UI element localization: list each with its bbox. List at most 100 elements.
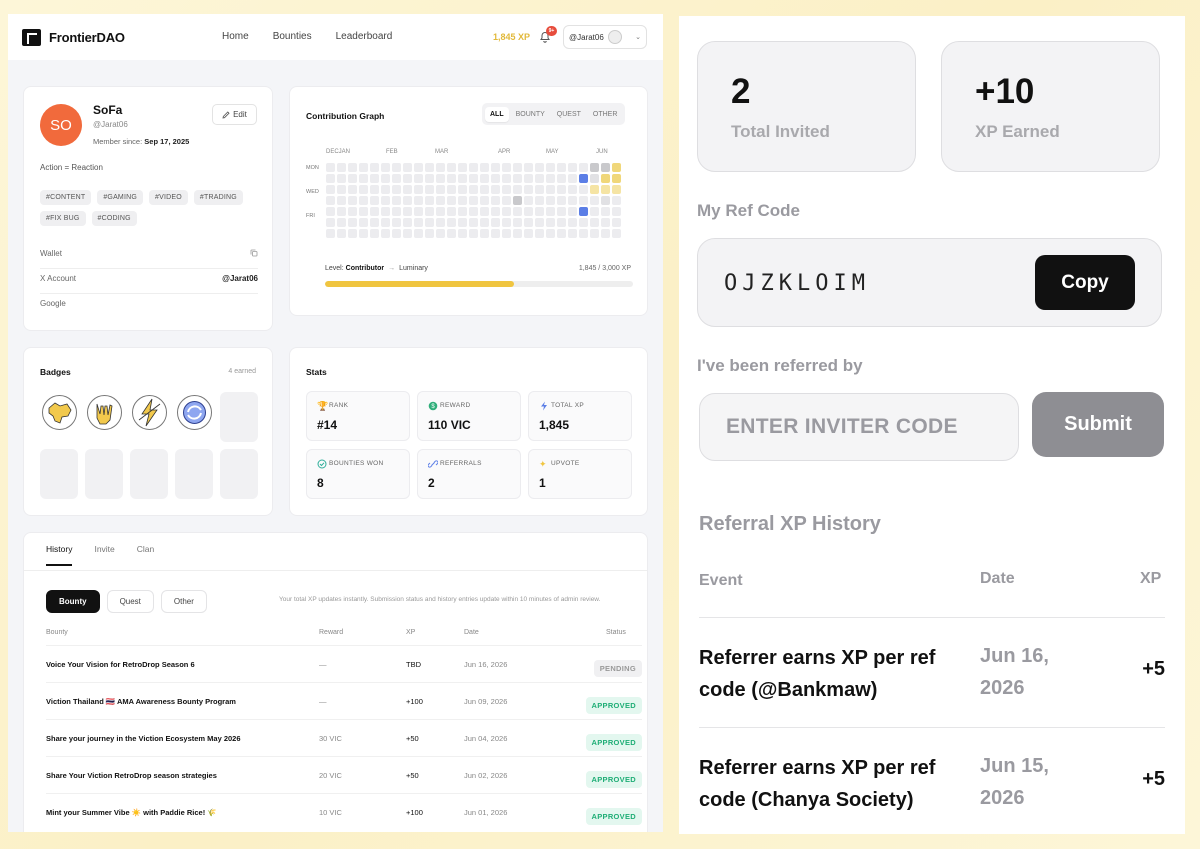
table-row[interactable]: Mint your Summer Vibe ☀️ with Paddie Ric… <box>46 793 642 830</box>
contribution-cell <box>557 163 566 172</box>
badge-rock-hand-icon[interactable] <box>86 394 123 431</box>
day-label: MON <box>306 165 319 171</box>
contribution-cell <box>612 207 621 216</box>
next-level: Luminary <box>399 265 428 272</box>
referral-date: Jun 16, 2026 <box>980 645 1049 699</box>
user-menu[interactable]: @Jarat06 ⌄ <box>563 25 647 49</box>
contribution-cell <box>381 185 390 194</box>
top-nav: FrontierDAO Home Bounties Leaderboard 1,… <box>8 14 663 60</box>
submit-button[interactable]: Submit <box>1032 392 1164 457</box>
google-row: Google <box>40 299 258 318</box>
contribution-cell <box>348 185 357 194</box>
bounty-title: Mint your Summer Vibe ☀️ with Paddie Ric… <box>46 808 217 817</box>
contribution-cell <box>403 163 412 172</box>
contribution-cell <box>546 185 555 194</box>
contribution-cell <box>403 229 412 238</box>
filter-all[interactable]: ALL <box>485 106 509 122</box>
contribution-cell <box>337 174 346 183</box>
bounty-reward: — <box>319 697 327 706</box>
chip-other[interactable]: Other <box>160 590 207 613</box>
contribution-cell <box>557 218 566 227</box>
chip-quest[interactable]: Quest <box>106 590 154 613</box>
contribution-cell <box>491 174 500 183</box>
copy-button[interactable]: Copy <box>1035 255 1135 310</box>
badge-bolt-icon[interactable] <box>131 394 168 431</box>
contribution-cell <box>579 218 588 227</box>
contribution-cell <box>359 163 368 172</box>
nav-link-bounties[interactable]: Bounties <box>273 31 312 42</box>
month-label: MAR <box>435 149 449 155</box>
nav-link-leaderboard[interactable]: Leaderboard <box>336 31 393 42</box>
table-row[interactable]: Voice Your Vision for RetroDrop Season 6… <box>46 645 642 682</box>
contribution-cell <box>348 229 357 238</box>
bounty-title: Voice Your Vision for RetroDrop Season 6 <box>46 660 195 669</box>
table-row[interactable]: Share Your Viction RetroDrop season stra… <box>46 756 642 793</box>
column-header-date: Date <box>980 570 1015 587</box>
contribution-cell <box>524 229 533 238</box>
contribution-cell <box>447 207 456 216</box>
referred-by-label: I've been referred by <box>697 356 863 375</box>
filter-quest[interactable]: QUEST <box>552 107 586 122</box>
badge-map-icon[interactable] <box>41 394 78 431</box>
stat-upvote: ✦ UPVOTE 1 <box>528 449 632 499</box>
contribution-cell <box>414 229 423 238</box>
contribution-cell <box>568 218 577 227</box>
member-since-date: Sep 17, 2025 <box>144 137 190 146</box>
badge-slot-empty <box>85 449 123 499</box>
inviter-code-input[interactable]: ENTER INVITER CODE <box>699 393 1019 461</box>
contribution-cell <box>381 229 390 238</box>
bounty-reward: 30 VIC <box>319 734 342 743</box>
contribution-cell <box>513 218 522 227</box>
tab-invite[interactable]: Invite <box>94 544 114 566</box>
contribution-cell <box>447 229 456 238</box>
contribution-cell <box>326 174 335 183</box>
contribution-cell <box>524 174 533 183</box>
contribution-cell <box>326 196 335 205</box>
contribution-cell <box>403 218 412 227</box>
xp-earned-card: +10 XP Earned <box>941 41 1160 172</box>
tab-history[interactable]: History <box>46 544 73 566</box>
day-label: FRI <box>306 213 315 219</box>
contribution-cell <box>425 218 434 227</box>
copy-icon[interactable] <box>250 249 258 257</box>
contribution-cell <box>436 218 445 227</box>
contribution-cell <box>590 229 599 238</box>
contribution-cell <box>480 185 489 194</box>
x-account-value[interactable]: @Jarat06 <box>222 274 258 283</box>
chip-bounty[interactable]: Bounty <box>46 590 100 613</box>
contribution-cell <box>502 163 511 172</box>
brand-logo[interactable]: FrontierDAO <box>22 29 125 46</box>
contribution-cell <box>469 218 478 227</box>
tab-clan[interactable]: Clan <box>137 544 154 566</box>
referral-xp: +5 <box>1142 658 1165 680</box>
profile-card: SO SoFa @Jarat06 Member since: Sep 17, 2… <box>23 86 273 331</box>
table-row[interactable]: Viction Thailand 🇹🇭 AMA Awareness Bounty… <box>46 682 642 719</box>
contribution-cell <box>326 163 335 172</box>
contribution-cell <box>425 196 434 205</box>
contribution-cell <box>579 185 588 194</box>
tag-video: #VIDEO <box>149 190 188 205</box>
contribution-cell <box>524 185 533 194</box>
filter-bounty[interactable]: BOUNTY <box>511 107 550 122</box>
column-header-xp: XP <box>1140 570 1162 587</box>
badges-earned-count: 4 earned <box>228 368 256 375</box>
contribution-cell <box>458 174 467 183</box>
filter-other[interactable]: OTHER <box>588 107 623 122</box>
contribution-cell <box>601 218 610 227</box>
badge-swirl-icon[interactable] <box>176 394 213 431</box>
stat-label: REWARD <box>440 402 471 409</box>
contribution-cell <box>458 196 467 205</box>
contribution-cell <box>359 185 368 194</box>
badge-slot-empty <box>220 449 258 499</box>
brand-mark-icon <box>22 29 41 46</box>
chevron-down-icon: ⌄ <box>635 34 641 41</box>
table-row[interactable]: Share your journey in the Viction Ecosys… <box>46 719 642 756</box>
contribution-cell <box>370 218 379 227</box>
contribution-cell <box>524 218 533 227</box>
edit-profile-button[interactable]: Edit <box>212 104 257 125</box>
bounty-xp: +100 <box>406 697 423 706</box>
status-badge: APPROVED <box>585 771 642 788</box>
nav-link-home[interactable]: Home <box>222 31 249 42</box>
graph-title: Contribution Graph <box>306 111 385 121</box>
level-label: Level: <box>325 265 344 272</box>
